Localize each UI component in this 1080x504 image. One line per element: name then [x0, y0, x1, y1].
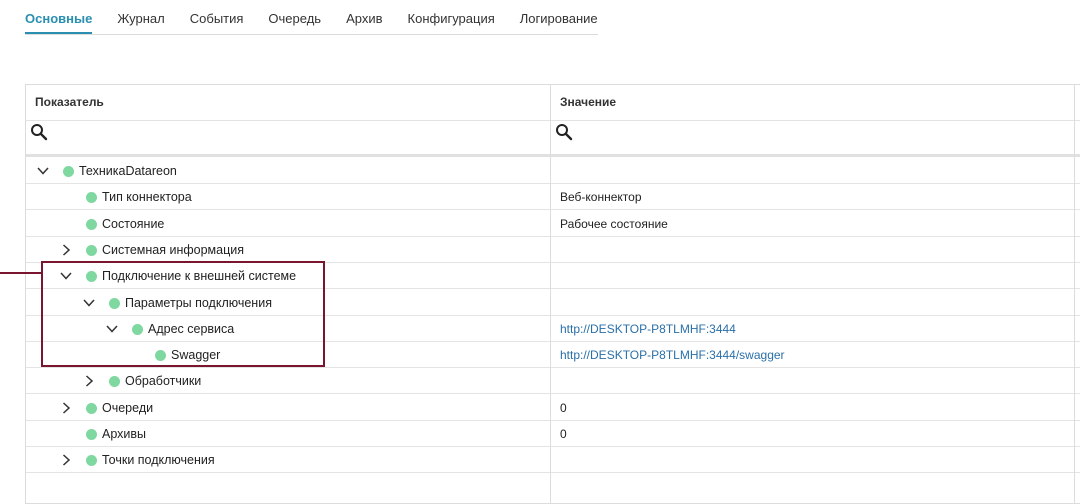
tab-bar: Основные Журнал События Очередь Архив Ко… [25, 0, 598, 35]
tab-main[interactable]: Основные [25, 0, 93, 34]
search-icon [31, 124, 48, 141]
filter-cell-indicator [26, 120, 550, 155]
highlight-box [41, 261, 325, 367]
chevron-right-icon[interactable] [59, 453, 73, 467]
filter-input-indicator[interactable] [52, 124, 544, 148]
header-bottom-border [26, 154, 1080, 157]
tree-row-label: Тип коннектора [102, 190, 192, 205]
tab-logging[interactable]: Логирование [520, 0, 598, 34]
status-dot-icon [86, 455, 97, 467]
tree-row-value: Веб-коннектор [560, 190, 642, 205]
tree-row-label: Системная информация [102, 242, 245, 257]
status-dot-icon [63, 166, 74, 177]
tree-row-value-link[interactable]: http://DESKTOP-P8TLMHF:3444/swagger [560, 342, 785, 368]
status-dot-icon [86, 218, 97, 230]
tab-configuration[interactable]: Конфигурация [408, 0, 495, 34]
tree-row-label: Архивы [102, 427, 147, 441]
filter-input-value[interactable] [577, 124, 1069, 148]
tree-row[interactable]: Очереди 0 [26, 395, 1080, 421]
tree-row-label: ТехникаDatareon [79, 164, 177, 178]
column-divider [550, 85, 551, 503]
tree-row[interactable]: Состояние Рабочее состояние [26, 211, 1080, 237]
filter-cell-value [551, 120, 1075, 155]
column-header-value[interactable]: Значение [551, 85, 1075, 120]
tree-row-label: Обработчики [125, 374, 202, 389]
tree-row[interactable]: Точки подключения [26, 447, 1080, 474]
tree-row[interactable]: Архивы 0 [26, 421, 1080, 447]
status-dot-icon [109, 376, 120, 388]
tree-row-label: Точки подключения [102, 453, 215, 468]
chevron-down-icon[interactable] [36, 164, 50, 178]
tree-row-label: Очереди [102, 400, 154, 415]
tree-row-value: Рабочее состояние [560, 216, 668, 231]
status-dot-icon [86, 429, 97, 440]
chevron-right-icon[interactable] [82, 374, 96, 388]
search-icon [556, 124, 573, 141]
tree-row-label: Состояние [102, 216, 165, 231]
status-dot-icon [86, 244, 97, 256]
tree-row-value-link[interactable]: http://DESKTOP-P8TLMHF:3444 [560, 316, 736, 342]
tree-row-value: 0 [560, 427, 567, 441]
tab-queue[interactable]: Очередь [268, 0, 321, 34]
tree-row[interactable]: ТехникаDatareon [26, 158, 1080, 184]
chevron-right-icon[interactable] [59, 243, 73, 257]
column-divider-right [1074, 85, 1075, 503]
header-divider [26, 120, 1080, 121]
status-dot-icon [86, 402, 97, 414]
status-dot-icon [86, 192, 97, 204]
tree-row[interactable]: Системная информация [26, 237, 1080, 263]
chevron-right-icon[interactable] [59, 401, 73, 415]
tab-archive[interactable]: Архив [346, 0, 382, 34]
tree-row[interactable]: Тип коннектора Веб-коннектор [26, 184, 1080, 211]
highlight-callout-line [0, 272, 41, 274]
tab-events[interactable]: События [190, 0, 244, 34]
tree-row[interactable]: Обработчики [26, 368, 1080, 395]
column-header-indicator[interactable]: Показатель [26, 85, 550, 120]
tab-journal[interactable]: Журнал [117, 0, 164, 34]
tree-row-value: 0 [560, 400, 567, 415]
